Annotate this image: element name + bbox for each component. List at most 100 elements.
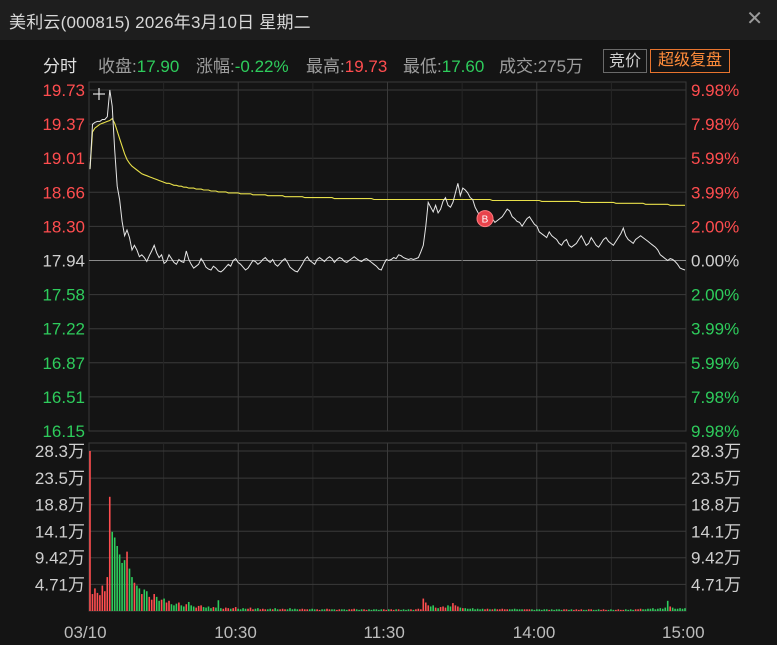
- volume-bar: [573, 609, 575, 611]
- volume-tick-label-right: 23.5万: [691, 469, 741, 488]
- volume-bar: [600, 609, 602, 611]
- volume-bar: [582, 609, 585, 611]
- volume-bar: [224, 607, 227, 611]
- volume-bar: [108, 496, 111, 611]
- volume-bar: [363, 609, 365, 611]
- volume-bar: [486, 608, 489, 611]
- volume-bar: [647, 608, 649, 611]
- volume-bar: [444, 607, 447, 611]
- volume-bar: [244, 608, 247, 611]
- volume-bar: [143, 589, 146, 611]
- volume-bar: [326, 608, 328, 611]
- volume-bar: [390, 609, 393, 611]
- volume-bar: [395, 609, 397, 611]
- volume-bar: [617, 609, 620, 611]
- volume-bar: [536, 609, 538, 611]
- volume-tick-label: 14.1万: [35, 522, 85, 541]
- volume-bar: [269, 608, 272, 611]
- volume-bar: [91, 594, 94, 611]
- volume-bar: [237, 608, 239, 611]
- volume-bar: [207, 606, 210, 611]
- volume-bar: [341, 609, 343, 611]
- volume-bar: [89, 451, 91, 611]
- volume-bar: [506, 609, 509, 611]
- volume-bar: [652, 608, 654, 611]
- volume-bar: [410, 609, 412, 611]
- volume-bar: [338, 609, 341, 611]
- volume-tick-label-right: 28.3万: [691, 442, 741, 461]
- volume-bar: [232, 608, 234, 611]
- pct-tick-label: 7.98%: [691, 115, 739, 134]
- volume-bar: [491, 609, 494, 611]
- volume-bar: [350, 609, 353, 611]
- volume-tick-label: 18.8万: [35, 496, 85, 515]
- volume-bar: [437, 608, 439, 611]
- volume-bar: [113, 537, 116, 611]
- volume-bar: [104, 591, 106, 611]
- volume-bar: [575, 609, 578, 611]
- volume-bar: [518, 609, 521, 611]
- volume-bar: [624, 609, 627, 611]
- volume-bar: [116, 545, 118, 611]
- volume-bar: [190, 605, 193, 611]
- volume-bar: [474, 609, 476, 611]
- volume-bar: [684, 608, 686, 611]
- volume-bar: [592, 609, 595, 611]
- volume-bar: [220, 608, 222, 611]
- volume-bar: [375, 609, 378, 611]
- volume-bar: [348, 609, 351, 611]
- volume-bar: [175, 603, 178, 611]
- volume-bar: [385, 609, 388, 611]
- time-tick-label: 03/10: [64, 623, 107, 642]
- volume-tick-label-right: 18.8万: [691, 496, 741, 515]
- volume-bar: [570, 609, 573, 611]
- volume-bar: [313, 609, 316, 611]
- volume-bar: [239, 609, 242, 611]
- volume-bar: [580, 609, 583, 611]
- volume-bar: [153, 594, 155, 611]
- volume-bar: [671, 607, 674, 611]
- volume-bar: [550, 609, 553, 611]
- intraday-chart[interactable]: 19.73 9.98% 19.37 7.98% 19.01 5.99% 18.66 3.99%…: [0, 0, 777, 645]
- volume-bar: [679, 608, 681, 611]
- volume-bar: [481, 608, 484, 611]
- volume-bar: [195, 607, 197, 611]
- volume-bar: [94, 588, 96, 611]
- volume-bar: [311, 608, 313, 611]
- volume-bar: [158, 600, 160, 611]
- volume-bar: [602, 609, 605, 611]
- volume-bar: [432, 605, 434, 611]
- volume-bar: [558, 609, 560, 611]
- time-tick-label: 11:30: [364, 623, 405, 642]
- volume-bar: [521, 609, 523, 611]
- volume-bar: [242, 608, 244, 611]
- volume-bar: [466, 608, 469, 611]
- pct-tick-label: 5.99%: [691, 149, 739, 168]
- volume-bar: [620, 609, 622, 611]
- volume-bar: [360, 609, 363, 611]
- volume-bar: [526, 609, 528, 611]
- volume-bar: [442, 606, 444, 611]
- volume-bar: [106, 577, 109, 611]
- volume-bar: [368, 609, 370, 611]
- pct-tick-label: 5.99%: [691, 354, 739, 373]
- volume-bar: [128, 568, 131, 611]
- volume-bar: [303, 609, 306, 611]
- volume-bar: [531, 609, 533, 611]
- volume-bar: [155, 596, 158, 611]
- volume-bar: [254, 608, 257, 611]
- volume-bar: [141, 594, 143, 611]
- volume-bar: [637, 609, 639, 611]
- volume-bar: [548, 609, 551, 611]
- volume-bar: [301, 608, 304, 611]
- volume-bar: [308, 609, 311, 611]
- volume-bar: [405, 609, 407, 611]
- volume-bar: [138, 588, 141, 611]
- volume-bar: [192, 606, 195, 611]
- volume-bar: [382, 609, 385, 611]
- volume-bar: [462, 608, 464, 611]
- volume-bar: [259, 609, 262, 611]
- volume-bar: [271, 609, 274, 611]
- volume-bar: [262, 608, 264, 611]
- volume-bar: [331, 609, 333, 611]
